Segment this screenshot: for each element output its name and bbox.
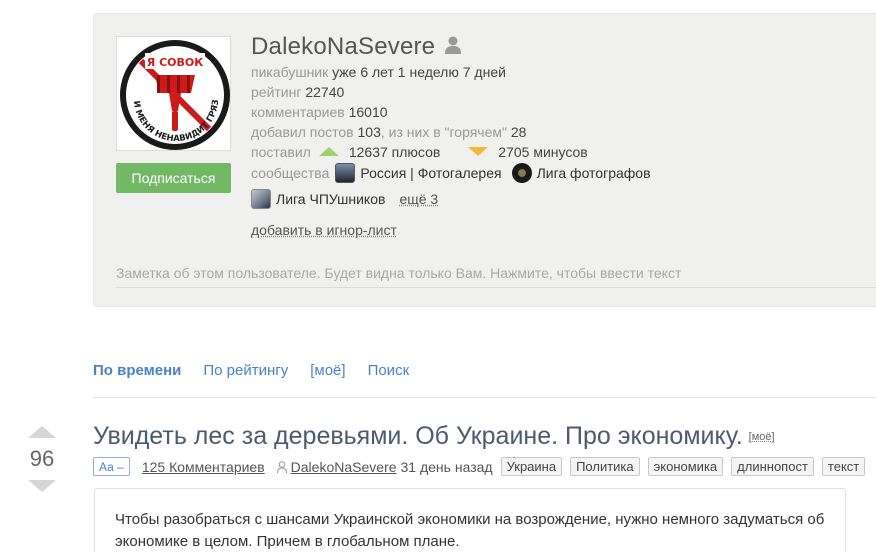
- stat-rating: рейтинг 22740: [251, 84, 345, 100]
- post-time: 31 день назад: [400, 458, 493, 475]
- community-link-photographers[interactable]: Лига фотографов: [537, 163, 651, 183]
- more-communities-link[interactable]: ещё 3: [399, 189, 438, 209]
- tab-search[interactable]: Поиск: [368, 362, 410, 379]
- tag[interactable]: длиннопост: [731, 457, 814, 476]
- stat-pikabushnik: пикабушник уже 6 лет 1 неделю 7 дней: [251, 64, 506, 80]
- community-link-chpu[interactable]: Лига ЧПУшников: [276, 189, 385, 209]
- post-rating: 96: [29, 446, 55, 471]
- username: DalekoNaSevere: [251, 33, 436, 60]
- community-link-russia[interactable]: Россия | Фотогалерея: [360, 163, 501, 183]
- tag[interactable]: текст: [821, 457, 866, 476]
- vote-up-icon[interactable]: [28, 426, 56, 438]
- note-divider: [116, 287, 876, 288]
- my-post-badge[interactable]: [моё]: [749, 431, 775, 443]
- vote-down-icon[interactable]: [28, 480, 56, 492]
- subscribe-button[interactable]: Подписаться: [116, 163, 231, 193]
- cnc-community-icon[interactable]: [251, 189, 271, 209]
- tabs-divider: [93, 397, 876, 398]
- russia-photo-community-icon[interactable]: [335, 163, 356, 183]
- minus-count: 2705 минусов: [498, 144, 588, 160]
- minus-arrow-icon: [468, 147, 489, 156]
- communities-label: сообщества: [251, 165, 330, 181]
- camera-lens-community-icon[interactable]: [511, 163, 532, 183]
- post-vote: 96: [28, 426, 56, 492]
- avatar: Я СОВОК И МЕНЯ НЕНАВИДИТ ГРЯЗЬ!: [116, 36, 231, 151]
- add-to-ignore-link[interactable]: добавить в игнор-лист: [251, 222, 397, 238]
- profile-card: Я СОВОК И МЕНЯ НЕНАВИДИТ ГРЯЗЬ! Подписат…: [93, 13, 876, 307]
- communities-row: сообщества Россия | Фотогалерея Лига фот…: [251, 162, 661, 184]
- tag[interactable]: Украина: [500, 457, 563, 476]
- stat-votes: поставил 12637 плюсов 2705 минусов: [251, 144, 588, 160]
- plus-count: 12637 плюсов: [348, 144, 441, 160]
- post-body: Чтобы разобраться с шансами Украинской э…: [94, 488, 846, 552]
- tag[interactable]: Политика: [570, 457, 640, 476]
- author-link[interactable]: DalekoNaSevere: [291, 459, 397, 475]
- tag[interactable]: экономика: [647, 457, 724, 476]
- post-sort-tabs: По времени По рейтингу [моё] Поиск: [93, 362, 431, 379]
- user-icon: [445, 36, 462, 54]
- author-icon: [276, 460, 287, 473]
- user-note-field[interactable]: Заметка об этом пользователе. Будет видн…: [116, 265, 681, 281]
- avatar-top-text: Я СОВОК: [147, 56, 203, 69]
- post-title-link[interactable]: Увидеть лес за деревьями. Об Украине. Пр…: [93, 422, 743, 450]
- tab-by-time[interactable]: По времени: [93, 362, 181, 379]
- comments-link[interactable]: 125 Комментариев: [142, 459, 265, 475]
- post-title: Увидеть лес за деревьями. Об Украине. Пр…: [93, 422, 775, 451]
- profile-info: DalekoNaSevere пикабушник уже 6 лет 1 не…: [251, 32, 661, 210]
- font-size-toggle[interactable]: Аа –: [93, 457, 130, 476]
- communities-row-2: Лига ЧПУшников ещё 3: [251, 188, 661, 210]
- stat-posts: добавил постов 103, из них в "горячем" 2…: [251, 124, 527, 140]
- tab-by-rating[interactable]: По рейтингу: [203, 362, 288, 379]
- post-body-text: Чтобы разобраться с шансами Украинской э…: [115, 511, 825, 550]
- tab-mine[interactable]: [моё]: [310, 362, 345, 379]
- stat-comments: комментариев 16010: [251, 104, 388, 120]
- plus-arrow-icon: [318, 147, 339, 156]
- post-meta: Аа – 125 Комментариев DalekoNaSevere 31 …: [93, 457, 873, 476]
